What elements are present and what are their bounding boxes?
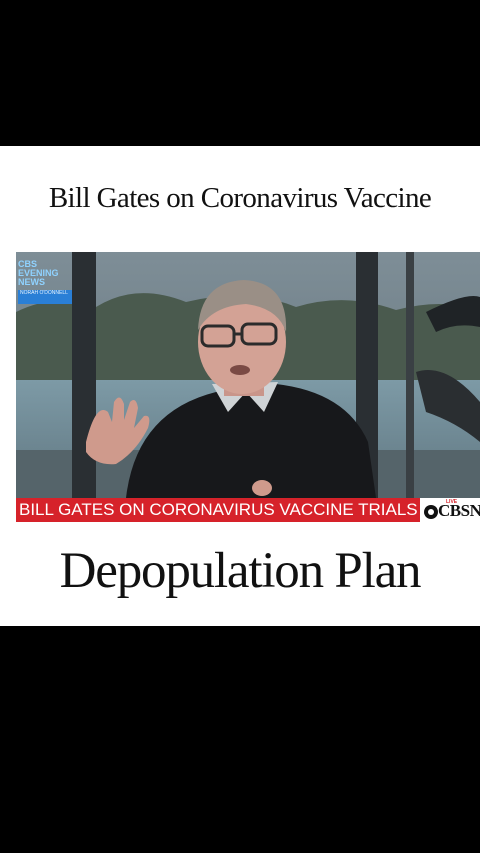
news-logo-anchor: NORAH O'DONNELL — [18, 290, 72, 304]
lower-third-chyron: BILL GATES ON CORONAVIRUS VACCINE TRIALS… — [16, 498, 480, 522]
chyron-headline: BILL GATES ON CORONAVIRUS VACCINE TRIALS — [16, 498, 420, 522]
top-black-band — [0, 0, 480, 146]
video-scene-image — [16, 252, 480, 522]
bottom-black-band — [0, 626, 480, 853]
post-card: Bill Gates on Coronavirus Vaccine CBS EV… — [0, 146, 480, 626]
network-bug: LIVE CBSN — [420, 498, 480, 522]
post-title-bottom: Depopulation Plan — [59, 543, 422, 599]
network-name: CBSN — [438, 501, 480, 520]
news-program-logo: CBS EVENING NEWS NORAH O'DONNELL — [18, 260, 74, 310]
video-frame[interactable]: CBS EVENING NEWS NORAH O'DONNELL BILL GA… — [16, 252, 480, 522]
post-title-top: Bill Gates on Coronavirus Vaccine — [48, 182, 432, 214]
news-logo-line3: NEWS — [18, 277, 45, 287]
cbs-eye-icon — [424, 505, 438, 519]
